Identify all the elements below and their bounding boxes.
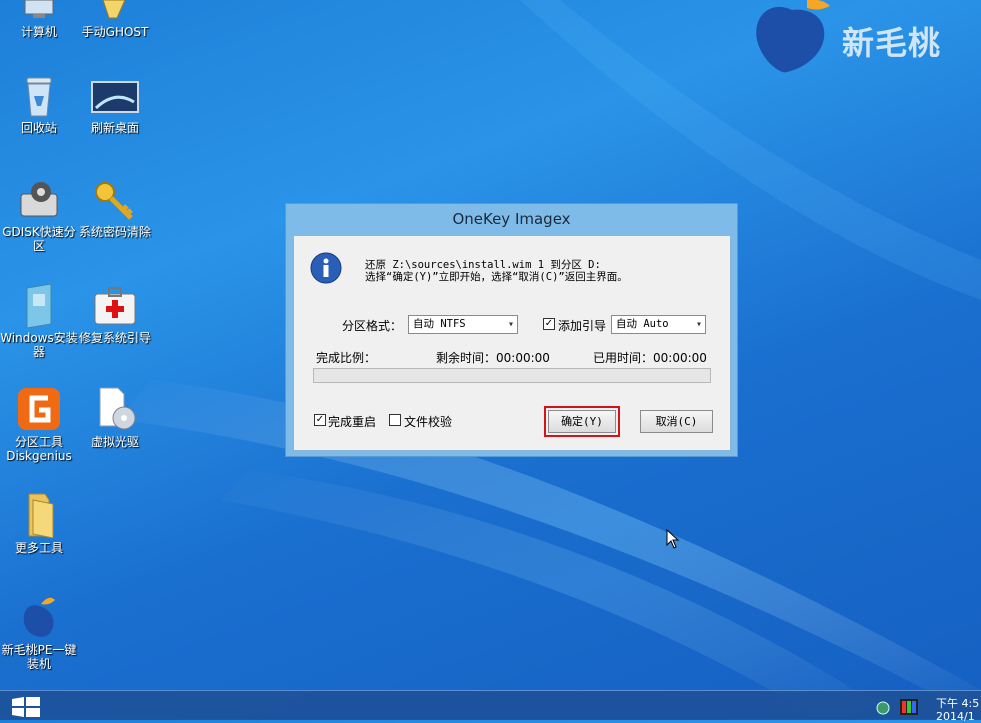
- ghost-icon: [102, 0, 126, 19]
- brand-name: 新毛桃: [842, 24, 942, 62]
- remaining-time: 剩余时间：00:00:00: [436, 351, 550, 365]
- verify-label: 文件校验: [404, 415, 453, 429]
- monitor-icon: [91, 81, 139, 113]
- info-icon: [310, 252, 342, 284]
- key-icon: [95, 182, 133, 220]
- desktop-icon-label: 新毛桃PE一键装机: [1, 643, 77, 671]
- folder-icon: [28, 493, 54, 538]
- chevron-down-icon: ▾: [695, 319, 702, 330]
- desktop-icon-virtual-drive[interactable]: 虚拟光驱: [76, 386, 154, 449]
- add-boot-checkbox[interactable]: ✓: [543, 318, 555, 330]
- progress-bar: [313, 368, 711, 383]
- windows-installer-icon: [26, 284, 52, 328]
- partition-format-label: 分区格式：: [342, 319, 403, 333]
- desktop-icon-password-clear[interactable]: 系统密码清除: [76, 180, 154, 239]
- windows-start-icon[interactable]: [12, 697, 40, 717]
- dialog-title[interactable]: OneKey Imagex: [286, 204, 737, 234]
- desktop-icon-label: 系统密码清除: [78, 225, 151, 239]
- desktop-icon-more-tools[interactable]: 更多工具: [0, 490, 78, 555]
- peach-icon: [23, 597, 55, 637]
- desktop-icon-label: 回收站: [20, 121, 57, 135]
- desktop-icon-label: 手动GHOST: [81, 25, 149, 39]
- partition-format-select[interactable]: 自动 NTFS ▾: [408, 315, 518, 334]
- boot-mode-select[interactable]: 自动 Auto ▾: [611, 315, 706, 334]
- desktop-icon-label: Windows安装器: [0, 331, 78, 359]
- desktop-icon-label: 刷新桌面: [90, 121, 139, 135]
- recycle-bin-icon: [26, 77, 52, 117]
- elapsed-time: 已用时间：00:00:00: [593, 351, 707, 365]
- mouse-cursor-icon: [666, 529, 680, 549]
- desktop-icon-recycle-bin[interactable]: 回收站: [0, 76, 78, 135]
- network-icon[interactable]: [876, 701, 890, 715]
- desktop-icon-label: 分区工具Diskgenius: [6, 435, 72, 463]
- computer-icon: [24, 0, 54, 18]
- verify-checkbox[interactable]: [389, 414, 401, 426]
- gdisk-icon: [20, 182, 58, 217]
- onekey-imagex-dialog: OneKey Imagex 还原 Z:\sources\install.wim …: [285, 203, 738, 457]
- partition-format-value: 自动 NTFS: [413, 318, 466, 330]
- desktop-icon-refresh-desktop[interactable]: 刷新桌面: [76, 80, 154, 135]
- desktop-icon-boot-repair[interactable]: 修复系统引导: [76, 284, 154, 345]
- desktop-icon-gdisk[interactable]: GDISK快速分区: [0, 180, 78, 253]
- desktop-icon-label: 虚拟光驱: [90, 435, 139, 449]
- desktop-icon-pe-install[interactable]: 新毛桃PE一键装机: [0, 594, 78, 671]
- desktop-icon-label: 更多工具: [14, 541, 63, 555]
- desktop-icon-diskgenius[interactable]: 分区工具Diskgenius: [0, 386, 78, 463]
- restart-label: 完成重启: [328, 415, 377, 429]
- boot-mode-value: 自动 Auto: [616, 318, 669, 330]
- peach-logo-icon: [756, 0, 830, 73]
- cancel-button[interactable]: 取消(C): [640, 410, 713, 433]
- progress-label: 完成比例：: [316, 351, 377, 365]
- clock-date: 2014/1: [936, 710, 975, 723]
- checkmark-icon: ✓: [544, 318, 554, 329]
- desktop-icon-ghost[interactable]: 手动GHOST: [76, 0, 154, 39]
- first-aid-icon: [94, 287, 136, 325]
- desktop-icon-label: 修复系统引导: [78, 331, 151, 345]
- taskbar: 下午 4:5 2014/1: [0, 690, 981, 723]
- dialog-body: 还原 Z:\sources\install.wim 1 到分区 D: 选择“确定…: [293, 235, 731, 451]
- virtual-drive-icon: [99, 387, 136, 430]
- display-icon[interactable]: [900, 699, 918, 715]
- system-clock[interactable]: 下午 4:5 2014/1: [936, 697, 979, 723]
- ok-button[interactable]: 确定(Y): [548, 410, 616, 433]
- desktop-icon-label: 计算机: [20, 25, 57, 39]
- message-line-2: 选择“确定(Y)”立即开始，选择“取消(C)”返回主界面。: [365, 271, 628, 283]
- add-boot-label: 添加引导: [558, 319, 607, 333]
- desktop-icon-computer[interactable]: 计算机: [0, 0, 78, 39]
- checkmark-icon: ✓: [315, 414, 325, 425]
- desktop-icon-windows-installer[interactable]: Windows安装器: [0, 284, 78, 359]
- clock-time: 下午 4:5: [936, 697, 980, 710]
- diskgenius-icon: [18, 388, 60, 430]
- desktop-icon-label: GDISK快速分区: [2, 225, 76, 253]
- chevron-down-icon: ▾: [507, 319, 514, 330]
- restart-checkbox[interactable]: ✓: [314, 414, 326, 426]
